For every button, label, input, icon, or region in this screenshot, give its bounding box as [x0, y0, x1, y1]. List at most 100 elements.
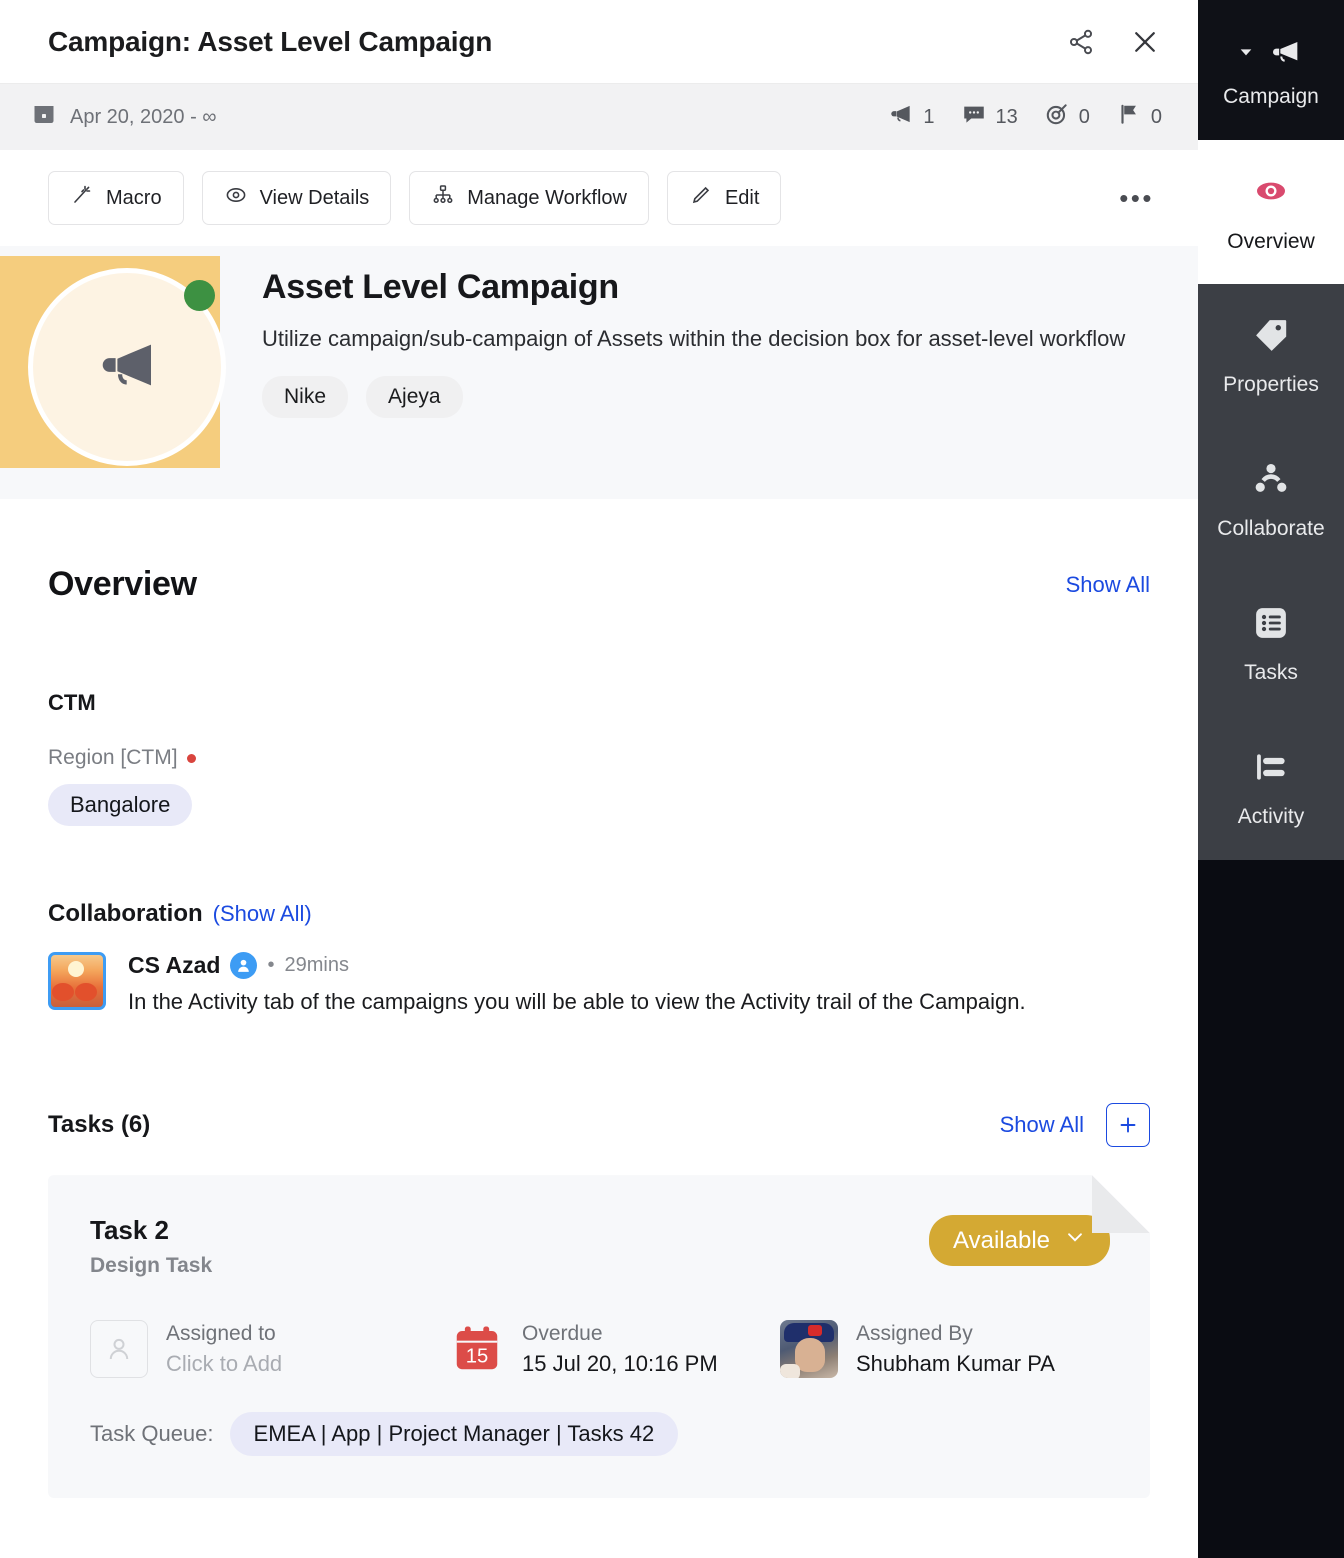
calendar-icon: 15 [450, 1322, 504, 1376]
macro-label: Macro [106, 186, 162, 209]
sidebar-item-activity[interactable]: Activity [1198, 716, 1344, 860]
assigned-by-text: Assigned By Shubham Kumar PA [856, 1322, 1055, 1377]
overview-content: Overview Show All CTM Region [CTM] Banga… [0, 565, 1198, 1499]
tag-icon [1252, 316, 1290, 359]
sidebar-item-collaborate[interactable]: Collaborate [1198, 428, 1344, 572]
date-range-text: Apr 20, 2020 - ∞ [70, 105, 217, 128]
avatar [48, 952, 106, 1010]
tasks-show-all-link[interactable]: Show All [1000, 1112, 1084, 1138]
manage-workflow-button[interactable]: Manage Workflow [409, 171, 649, 225]
macro-button[interactable]: Macro [48, 171, 184, 225]
overview-heading: Overview [48, 565, 197, 603]
caret-down-icon [1238, 44, 1254, 65]
region-value-chip[interactable]: Bangalore [48, 784, 193, 826]
task-status-dropdown[interactable]: Available [929, 1215, 1110, 1266]
collaboration-heading: Collaboration [48, 900, 203, 927]
task-queue-row: Task Queue: EMEA | App | Project Manager… [90, 1412, 1110, 1456]
title-actions [1064, 25, 1162, 59]
sidebar-item-label: Activity [1237, 804, 1305, 828]
due-date-value: 15 Jul 20, 10:16 PM [522, 1350, 718, 1376]
view-details-button[interactable]: View Details [201, 171, 392, 225]
task-name: Task 2 [90, 1215, 170, 1246]
assigned-to-label: Assigned to [166, 1321, 276, 1345]
assigned-to-text: Assigned to Click to Add [166, 1322, 282, 1377]
sidebar-header-label: Campaign [1223, 84, 1319, 108]
stat-value: 13 [995, 105, 1018, 128]
stat-value: 1 [923, 105, 935, 128]
task-card[interactable]: Task 2 Design Task Available Assigned to… [48, 1175, 1150, 1498]
main-panel: Campaign: Asset Level Campaign Apr 20, 2… [0, 0, 1198, 1558]
stat-flags[interactable]: 0 [1116, 101, 1162, 133]
campaign-title: Asset Level Campaign [262, 268, 619, 306]
sidebar-filler [1198, 860, 1344, 1558]
eye-icon [1251, 171, 1291, 216]
region-field-label: Region [CTM] [48, 746, 1150, 770]
hero-avatar-wrap [0, 246, 262, 499]
stat-value: 0 [1150, 105, 1162, 128]
tasks-actions: Show All [1000, 1103, 1150, 1148]
sidebar-item-label: Collaborate [1217, 516, 1325, 540]
sidebar-item-overview[interactable]: Overview [1198, 140, 1344, 284]
avatar [780, 1320, 838, 1378]
activity-icon [1252, 748, 1290, 791]
eye-icon [224, 183, 248, 213]
list-icon [1252, 604, 1290, 647]
tasks-heading: Tasks (6) [48, 1111, 151, 1139]
sidebar-header-icons [1238, 32, 1304, 77]
share-icon[interactable] [1064, 25, 1098, 59]
action-toolbar: Macro View Details Manage Workflow Edit … [0, 150, 1198, 246]
task-queue-chip[interactable]: EMEA | App | Project Manager | Tasks 42 [230, 1412, 679, 1456]
folded-corner-icon [1092, 1175, 1150, 1233]
comment-icon [961, 101, 987, 133]
task-meta-row: Assigned to Click to Add 15 Overdue 15 J… [90, 1320, 1110, 1378]
sidebar-header-campaign[interactable]: Campaign [1198, 0, 1344, 140]
manage-workflow-label: Manage Workflow [467, 186, 627, 209]
people-icon [1252, 460, 1290, 503]
pencil-icon [689, 183, 713, 213]
task-status-label: Available [953, 1226, 1050, 1254]
chevron-down-icon [1064, 1226, 1086, 1255]
task-titles: Task 2 Design Task [90, 1215, 212, 1278]
date-range: Apr 20, 2020 - ∞ [32, 102, 888, 132]
stat-campaigns[interactable]: 1 [888, 101, 935, 133]
hero-body: Asset Level Campaign Utilize campaign/su… [262, 246, 1125, 419]
tag-chip[interactable]: Nike [262, 376, 349, 419]
sidebar-item-tasks[interactable]: Tasks [1198, 572, 1344, 716]
add-task-button[interactable] [1106, 1103, 1150, 1148]
calendar-icon [32, 102, 56, 132]
title-bar: Campaign: Asset Level Campaign [0, 0, 1198, 84]
task-queue-label: Task Queue: [90, 1421, 214, 1447]
collaboration-show-all-link[interactable]: (Show All) [213, 901, 312, 927]
assigned-to-cell[interactable]: Assigned to Click to Add [90, 1320, 450, 1378]
page-title: Campaign: Asset Level Campaign [48, 25, 493, 57]
campaign-tags: Nike Ajeya [262, 376, 1125, 419]
stat-goals[interactable]: 0 [1044, 101, 1090, 133]
edit-label: Edit [724, 186, 760, 209]
avatar-placeholder-icon [90, 1320, 148, 1378]
stats-group: 1 13 0 0 [888, 101, 1162, 133]
due-date-cell: 15 Overdue 15 Jul 20, 10:16 PM [450, 1322, 780, 1377]
collaboration-meta: CS Azad • 29mins [128, 952, 1150, 979]
stat-comments[interactable]: 13 [961, 101, 1018, 133]
overview-show-all-link[interactable]: Show All [1066, 572, 1150, 598]
status-badge [184, 280, 215, 311]
meta-bar: Apr 20, 2020 - ∞ 1 13 0 0 [0, 84, 1198, 150]
sidebar-item-properties[interactable]: Properties [1198, 284, 1344, 428]
sidebar-item-label: Overview [1227, 229, 1315, 253]
edit-button[interactable]: Edit [666, 171, 782, 225]
overview-header: Overview Show All [48, 565, 1150, 604]
megaphone-icon [91, 329, 163, 406]
collaboration-text: In the Activity tab of the campaigns you… [128, 989, 1026, 1014]
megaphone-icon [1264, 32, 1304, 77]
ctm-heading: CTM [48, 690, 96, 715]
close-icon[interactable] [1128, 25, 1162, 59]
separator-dot: • [267, 954, 275, 976]
workflow-icon [431, 183, 455, 213]
assigned-to-value: Click to Add [166, 1350, 283, 1376]
more-options-button[interactable]: ••• [1111, 183, 1162, 214]
collaboration-timestamp: 29mins [284, 954, 349, 976]
tag-chip[interactable]: Ajeya [366, 376, 463, 419]
collaboration-item: CS Azad • 29mins In the Activity tab of … [48, 952, 1150, 1019]
collaboration-body: CS Azad • 29mins In the Activity tab of … [128, 952, 1150, 1019]
view-details-label: View Details [259, 186, 370, 209]
